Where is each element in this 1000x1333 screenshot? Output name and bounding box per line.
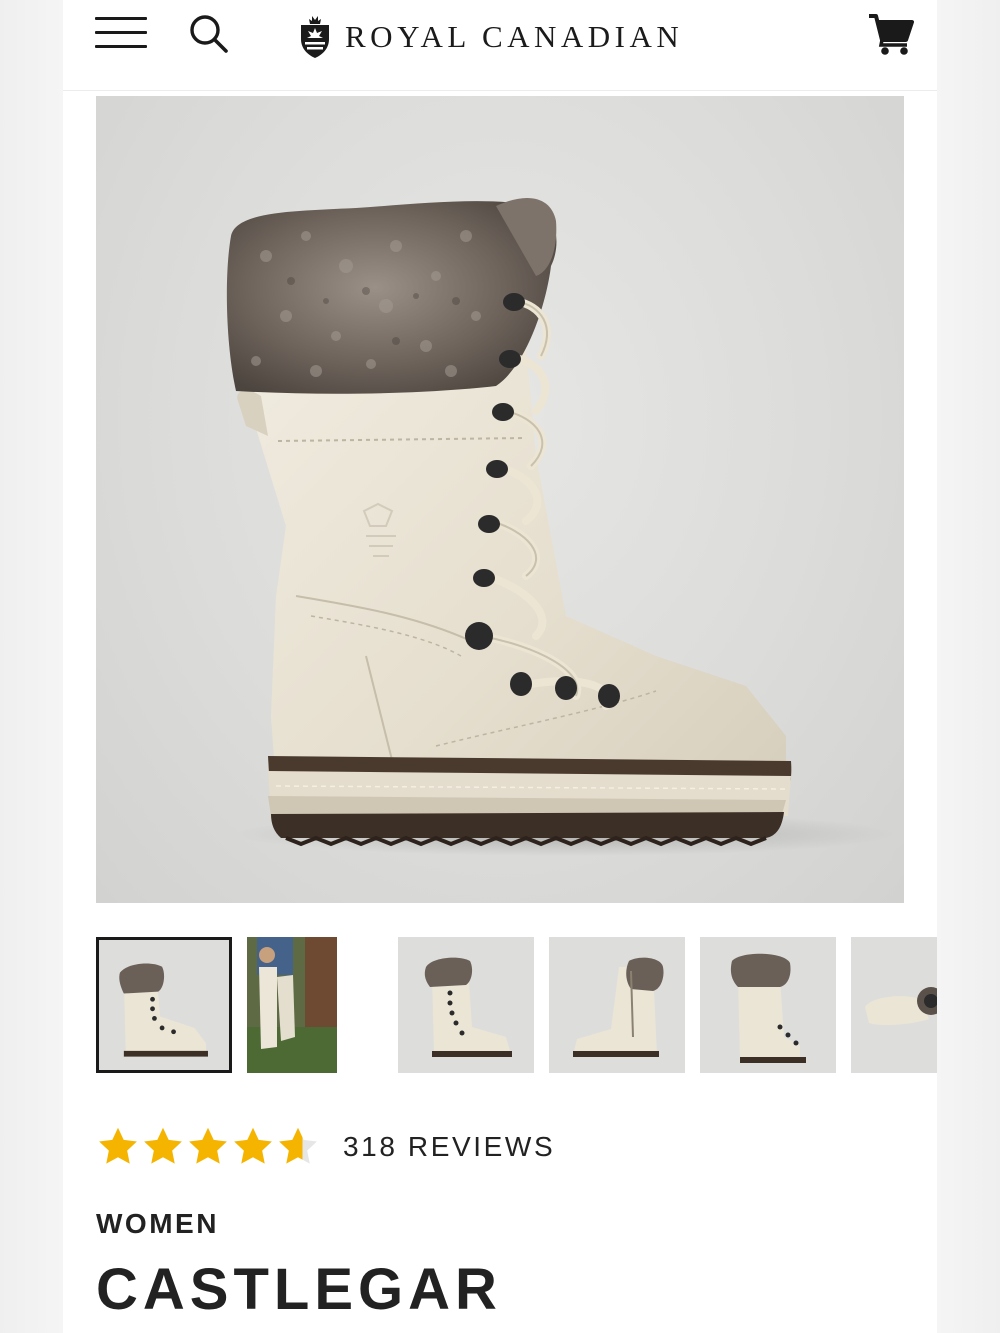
hamburger-menu-icon[interactable]	[95, 17, 147, 49]
boot-inner-side-zip	[549, 937, 685, 1073]
screen: ROYAL CANADIAN 318 REVIEWS WOMEN CASTLEG…	[0, 0, 1000, 1333]
boot-lifestyle-photo	[247, 937, 383, 1073]
thumbnail-boot-lifestyle-photo[interactable]	[247, 937, 383, 1073]
product-page: ROYAL CANADIAN 318 REVIEWS WOMEN CASTLEG…	[63, 0, 937, 1333]
thumbnail-boot-front-angle[interactable]	[398, 937, 534, 1073]
product-rating: 318 REVIEWS	[96, 1122, 555, 1172]
brand-name: ROYAL CANADIAN	[345, 19, 684, 54]
star-full-icon	[189, 1127, 227, 1164]
boot-back-view	[700, 937, 836, 1073]
star-half-icon	[279, 1127, 317, 1164]
brand-logo[interactable]: ROYAL CANADIAN	[299, 12, 683, 62]
star-full-icon	[144, 1127, 182, 1164]
boot-front-angle	[398, 937, 534, 1073]
star-rating	[96, 1125, 321, 1169]
cart-icon[interactable]	[868, 12, 914, 56]
crest-icon	[301, 16, 329, 58]
thumbnail-boot-sole-view[interactable]	[851, 937, 937, 1073]
thumbnail-strip	[96, 937, 937, 1074]
thumbnail-boot-back-view[interactable]	[700, 937, 836, 1073]
boot-side-view	[99, 940, 229, 1070]
search-icon[interactable]	[188, 13, 230, 55]
site-header: ROYAL CANADIAN	[63, 0, 937, 91]
main-product-image[interactable]	[96, 96, 904, 903]
star-full-icon	[234, 1127, 272, 1164]
thumbnail-boot-side-view[interactable]	[96, 937, 232, 1073]
reviews-count-link[interactable]: 318 REVIEWS	[343, 1131, 555, 1163]
star-full-icon	[99, 1127, 137, 1164]
product-category: WOMEN	[96, 1208, 219, 1239]
thumbnail-boot-inner-side-zip[interactable]	[549, 937, 685, 1073]
product-name: CASTLEGAR	[96, 1257, 502, 1322]
boot-main-photo	[226, 198, 896, 856]
boot-sole-view	[851, 937, 937, 1073]
